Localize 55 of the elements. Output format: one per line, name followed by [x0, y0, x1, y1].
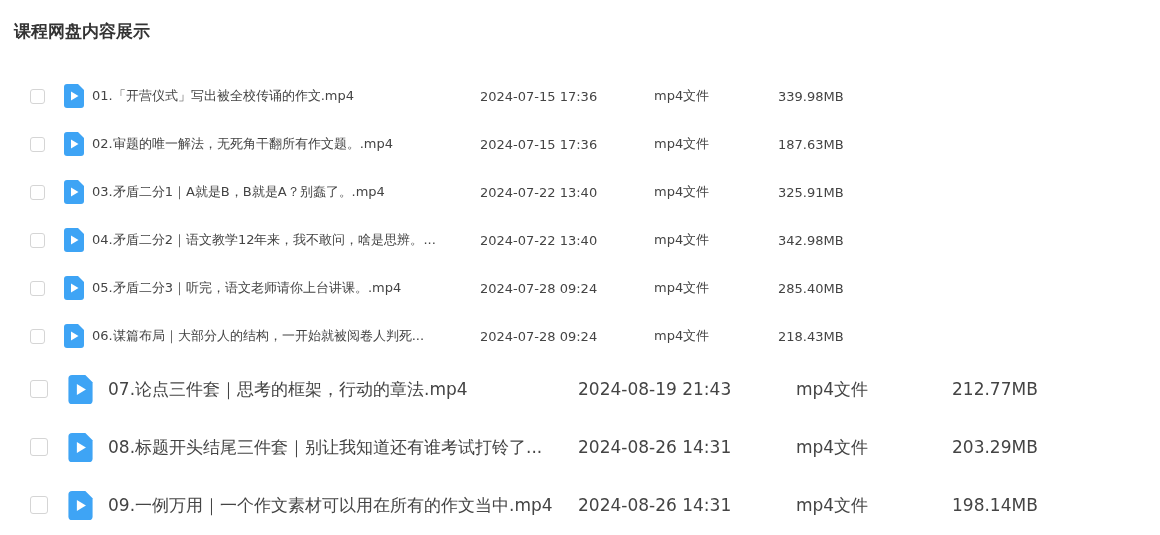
- video-file-icon: [64, 324, 84, 348]
- modified-date: 2024-08-19 21:43: [577, 379, 733, 399]
- file-size: 212.77MB: [952, 379, 1039, 399]
- page-title: 课程网盘内容展示: [14, 20, 151, 43]
- checkbox[interactable]: [30, 232, 45, 248]
- file-size: 285.40MB: [778, 280, 845, 296]
- file-type: mp4文件: [796, 435, 870, 459]
- checkbox[interactable]: [30, 184, 45, 200]
- file-type: mp4文件: [654, 327, 711, 345]
- video-file-icon: [68, 374, 93, 404]
- file-name[interactable]: 07.论点三件套｜思考的框架，行动的章法.mp4: [108, 377, 578, 401]
- file-type: mp4文件: [654, 279, 711, 297]
- file-name[interactable]: 05.矛盾二分3｜听完，语文老师请你上台讲课。.mp4: [92, 279, 462, 297]
- file-name[interactable]: 04.矛盾二分2｜语文教学12年来，我不敢问，啥是思辨。...: [92, 231, 462, 249]
- video-file-icon: [64, 132, 84, 156]
- file-size: 342.98MB: [778, 232, 845, 248]
- video-file-icon: [64, 228, 84, 252]
- file-name[interactable]: 09.一例万用｜一个作文素材可以用在所有的作文当中.mp4: [108, 493, 578, 517]
- file-name[interactable]: 01.「开营仪式」写出被全校传诵的作文.mp4: [92, 87, 462, 105]
- file-type: mp4文件: [796, 493, 870, 517]
- modified-date: 2024-07-15 17:36: [479, 88, 599, 104]
- modified-date: 2024-07-22 13:40: [479, 184, 599, 200]
- file-type: mp4文件: [654, 87, 711, 105]
- file-size: 325.91MB: [778, 184, 845, 200]
- file-name[interactable]: 08.标题开头结尾三件套｜别让我知道还有谁考试打铃了...: [108, 435, 578, 459]
- modified-date: 2024-07-28 09:24: [479, 280, 599, 296]
- file-type: mp4文件: [654, 231, 711, 249]
- checkbox[interactable]: [30, 328, 45, 344]
- video-file-icon: [68, 490, 93, 520]
- file-name[interactable]: 06.谋篇布局｜大部分人的结构，一开始就被阅卷人判死...: [92, 327, 462, 345]
- modified-date: 2024-08-26 14:31: [577, 495, 733, 515]
- file-size: 187.63MB: [778, 136, 845, 152]
- video-file-icon: [64, 84, 84, 108]
- file-size: 198.14MB: [952, 495, 1039, 515]
- file-type: mp4文件: [654, 183, 711, 201]
- file-name[interactable]: 02.审题的唯一解法，无死角干翻所有作文题。.mp4: [92, 135, 462, 153]
- file-size: 218.43MB: [778, 328, 845, 344]
- video-file-icon: [64, 276, 84, 300]
- file-size: 203.29MB: [952, 437, 1039, 457]
- modified-date: 2024-07-15 17:36: [479, 136, 599, 152]
- modified-date: 2024-08-26 14:31: [577, 437, 733, 457]
- modified-date: 2024-07-22 13:40: [479, 232, 599, 248]
- video-file-icon: [68, 432, 93, 462]
- file-size: 339.98MB: [778, 88, 845, 104]
- checkbox[interactable]: [30, 438, 48, 456]
- checkbox[interactable]: [30, 380, 48, 398]
- video-file-icon: [64, 180, 84, 204]
- checkbox[interactable]: [30, 496, 48, 514]
- file-type: mp4文件: [796, 377, 870, 401]
- modified-date: 2024-07-28 09:24: [479, 328, 599, 344]
- checkbox[interactable]: [30, 136, 45, 152]
- checkbox[interactable]: [30, 280, 45, 296]
- file-type: mp4文件: [654, 135, 711, 153]
- checkbox[interactable]: [30, 88, 45, 104]
- file-name[interactable]: 03.矛盾二分1｜A就是B，B就是A？别蠢了。.mp4: [92, 183, 462, 201]
